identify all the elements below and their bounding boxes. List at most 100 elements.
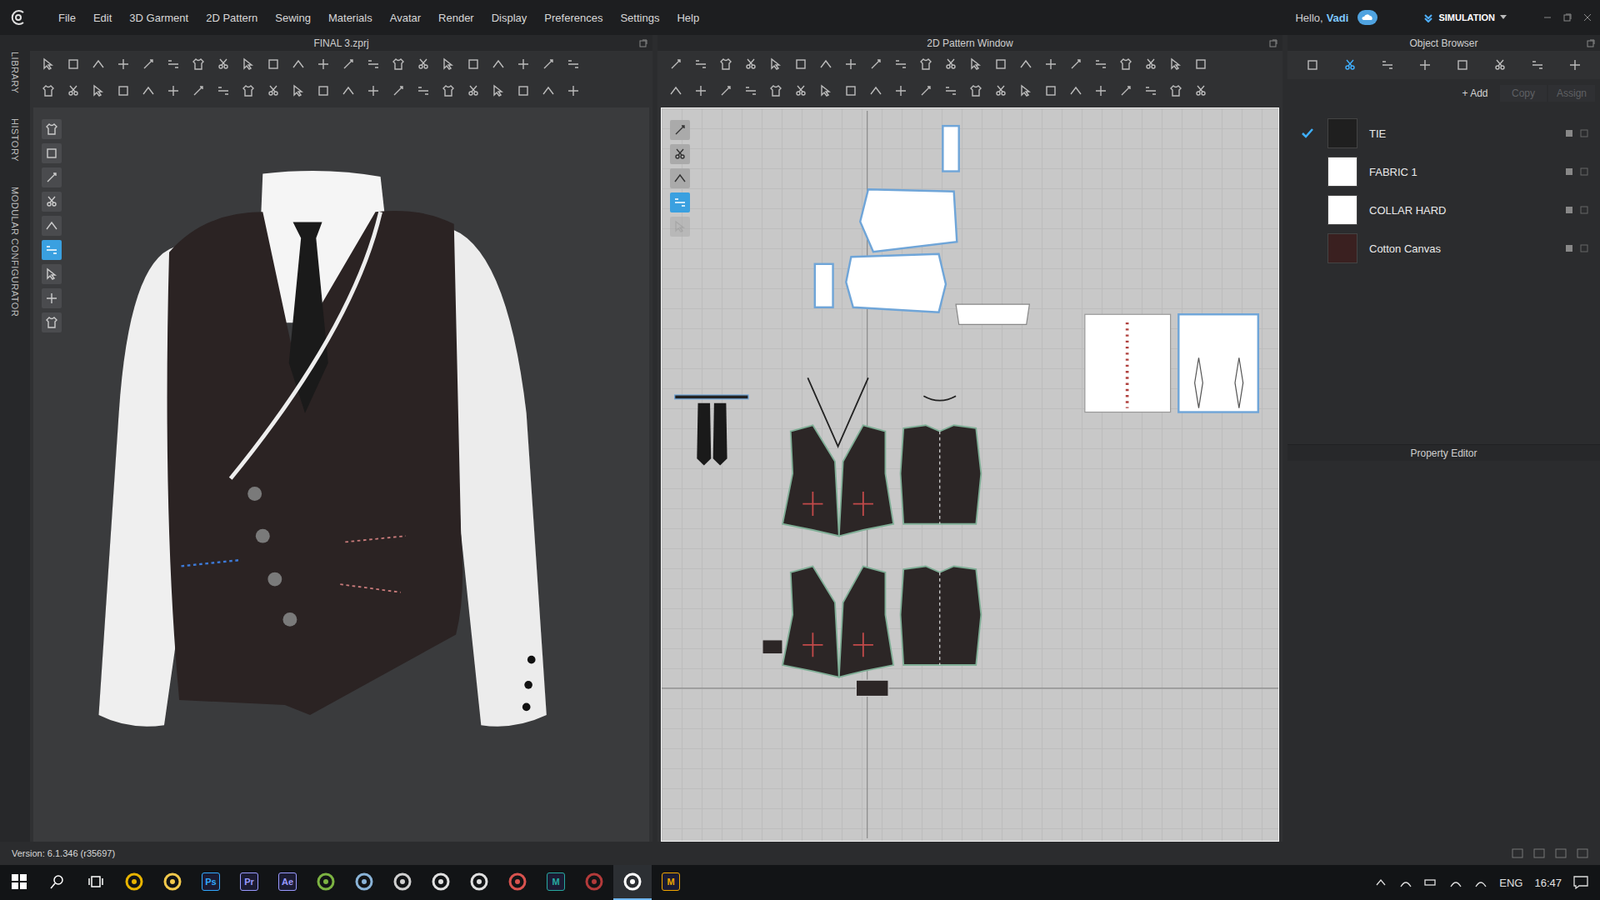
toolbar-button[interactable] — [1190, 80, 1211, 101]
toolbar-button[interactable] — [840, 80, 861, 101]
toolbar-button[interactable] — [288, 54, 309, 75]
menu-item[interactable]: Materials — [328, 11, 373, 25]
toolbar-button[interactable] — [690, 80, 711, 101]
fabric-row[interactable]: Cotton Canvas — [1287, 229, 1600, 268]
toolbar-button[interactable] — [765, 54, 786, 75]
toolbar-button[interactable] — [1140, 80, 1161, 101]
fabric-row[interactable]: FABRIC 1 — [1287, 152, 1600, 191]
toolbar-button[interactable] — [865, 54, 886, 75]
toolbar-button[interactable] — [488, 54, 509, 75]
action-button[interactable]: Copy — [1500, 85, 1547, 102]
side-tool-button[interactable] — [41, 264, 62, 285]
clock[interactable]: 16:47 — [1534, 876, 1562, 890]
toolbar-button[interactable] — [313, 80, 334, 101]
side-tool-button[interactable] — [41, 191, 62, 212]
toolbar-button[interactable] — [965, 80, 986, 101]
toolbar-button[interactable] — [1165, 80, 1186, 101]
start-button[interactable] — [0, 865, 39, 900]
side-tool-button[interactable] — [41, 288, 62, 309]
menu-item[interactable]: Preferences — [544, 11, 603, 25]
pattern-piece[interactable] — [815, 264, 834, 308]
pattern-piece[interactable] — [955, 304, 1030, 325]
taskbar-app[interactable]: M — [536, 865, 575, 900]
viewport-3d[interactable] — [33, 107, 650, 842]
menu-item[interactable]: File — [58, 11, 76, 25]
user-name[interactable]: Vadi — [1326, 11, 1350, 25]
taskbar-app[interactable]: Ps — [191, 865, 230, 900]
toolbar-button[interactable] — [113, 54, 134, 75]
taskbar-app[interactable] — [498, 865, 537, 900]
toolbar-button[interactable] — [865, 80, 886, 101]
toolbar-button[interactable] — [163, 80, 184, 101]
toolbar-button[interactable] — [238, 54, 259, 75]
search-button[interactable] — [38, 865, 77, 900]
toolbar-button[interactable] — [88, 54, 109, 75]
maximize-icon[interactable] — [1563, 13, 1572, 22]
toolbar-button[interactable] — [363, 54, 384, 75]
toolbar-button[interactable] — [463, 54, 484, 75]
toolbar-button[interactable] — [965, 54, 986, 75]
side-tool-button[interactable] — [41, 143, 62, 164]
side-tool-button[interactable] — [670, 192, 690, 213]
toolbar-button[interactable] — [715, 54, 736, 75]
menu-item[interactable]: Display — [491, 11, 528, 25]
taskbar-app[interactable]: M — [651, 865, 690, 900]
pattern-piece[interactable] — [860, 189, 957, 252]
pattern-piece[interactable] — [900, 425, 982, 524]
notification-icon[interactable] — [1573, 875, 1589, 890]
toolbar-button[interactable] — [388, 54, 409, 75]
toolbar-button[interactable] — [88, 80, 109, 101]
toolbar-button[interactable] — [740, 80, 761, 101]
delete-icon[interactable] — [1580, 129, 1589, 138]
taskbar-app[interactable] — [115, 865, 154, 900]
toolbar-button[interactable] — [1015, 80, 1036, 101]
tray-icon[interactable] — [1424, 876, 1438, 889]
toolbar-button[interactable] — [1090, 54, 1111, 75]
toolbar-button[interactable] — [665, 80, 686, 101]
toolbar-button[interactable] — [63, 80, 84, 101]
side-tool-button[interactable] — [670, 168, 690, 189]
menu-item[interactable]: 2D Pattern — [205, 11, 258, 25]
toolbar-button[interactable] — [463, 80, 484, 101]
toolbar-button[interactable] — [213, 54, 234, 75]
menu-item[interactable]: Sewing — [275, 11, 311, 25]
toolbar-button[interactable] — [915, 54, 936, 75]
toolbar-button[interactable] — [538, 54, 559, 75]
delete-icon[interactable] — [1580, 167, 1589, 176]
toolbar-button[interactable] — [138, 54, 159, 75]
toolbar-button[interactable] — [288, 80, 309, 101]
viewport-2d[interactable] — [660, 107, 1280, 842]
pattern-piece[interactable] — [1085, 314, 1171, 412]
mode-selector[interactable]: SIMULATION — [1415, 9, 1515, 26]
toolbar-button[interactable] — [388, 80, 409, 101]
toolbar-button[interactable] — [890, 54, 911, 75]
toolbar-button[interactable] — [1165, 54, 1186, 75]
toolbar-button[interactable] — [1065, 80, 1086, 101]
copy-icon[interactable] — [1565, 167, 1574, 176]
toolbar-button[interactable] — [1065, 54, 1086, 75]
toolbar-button[interactable] — [363, 80, 384, 101]
toolbar-button[interactable] — [513, 80, 534, 101]
toolbar-button[interactable] — [665, 54, 686, 75]
toolbar-button[interactable] — [488, 80, 509, 101]
side-tool-button[interactable] — [670, 144, 690, 165]
pattern-piece[interactable] — [839, 566, 894, 678]
toolbar-button[interactable] — [438, 80, 459, 101]
tray-icon[interactable] — [1374, 876, 1388, 889]
browser-tab[interactable] — [1526, 55, 1549, 75]
toolbar-button[interactable] — [563, 80, 584, 101]
toolbar-button[interactable] — [790, 80, 811, 101]
toolbar-button[interactable] — [163, 54, 184, 75]
toolbar-button[interactable] — [815, 54, 836, 75]
browser-tab[interactable] — [1564, 55, 1586, 75]
pattern-piece[interactable] — [845, 254, 946, 313]
fabric-row[interactable]: COLLAR HARD — [1287, 190, 1600, 230]
pattern-canvas[interactable] — [661, 108, 1279, 841]
toolbar-button[interactable] — [538, 80, 559, 101]
copy-icon[interactable] — [1565, 244, 1574, 253]
close-icon[interactable] — [1583, 13, 1592, 22]
toolbar-button[interactable] — [990, 80, 1011, 101]
toolbar-button[interactable] — [1040, 54, 1061, 75]
tray-icon[interactable] — [1399, 876, 1413, 889]
taskbar-app[interactable] — [153, 865, 192, 900]
